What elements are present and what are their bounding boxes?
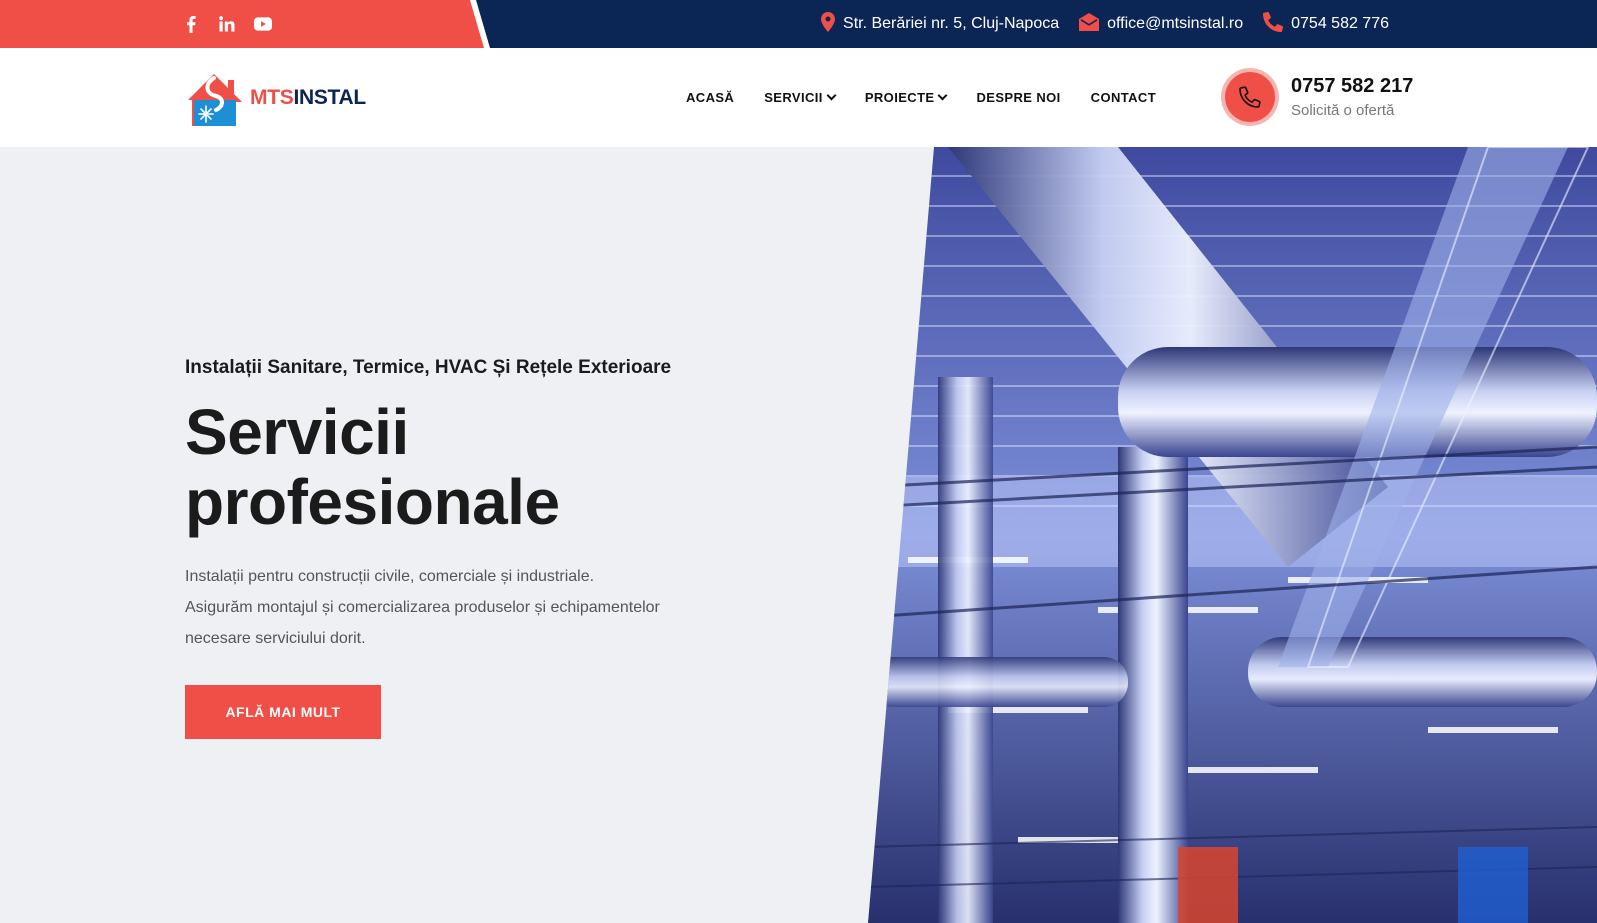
nav-label: PROIECTE	[864, 90, 935, 105]
email-text[interactable]: office@mtsinstal.ro	[1107, 15, 1243, 33]
cta-subtitle: Solicită o ofertă	[1291, 102, 1395, 119]
nav-item-proiecte[interactable]: PROIECTE	[864, 90, 948, 105]
phone-circle	[1221, 68, 1279, 126]
phone-icon	[1263, 11, 1284, 37]
hero-image-hvac-ducts	[868, 147, 1597, 923]
nav-label: ACASĂ	[686, 90, 735, 105]
hero-desc-line3: necesare serviciului dorit.	[185, 630, 366, 647]
top-bar: Str. Berăriei nr. 5, Cluj-Napoca office@…	[0, 0, 1597, 48]
hero-title: Servicii profesionale	[185, 397, 705, 537]
hero-subtitle: Instalații Sanitare, Termice, HVAC Și Re…	[185, 357, 672, 378]
top-contact-info: Str. Berăriei nr. 5, Cluj-Napoca office@…	[821, 0, 1389, 48]
envelope-icon	[1079, 12, 1100, 36]
hero-content: Instalații Sanitare, Termice, HVAC Și Re…	[185, 357, 705, 739]
logo-house-icon	[188, 74, 242, 126]
linkedin-icon[interactable]	[218, 15, 236, 33]
social-links	[182, 15, 272, 33]
nav-item-despre-noi[interactable]: DESPRE NOI	[976, 90, 1060, 105]
nav-item-acasa[interactable]: ACASĂ	[686, 90, 734, 105]
hero-title-line1: Servicii	[185, 396, 409, 468]
main-nav: ACASĂ SERVICII PROIECTE DESPRE NOI CONTA…	[686, 48, 1156, 147]
nav-label: DESPRE NOI	[976, 90, 1061, 105]
logo-text-secondary: INSTAL	[293, 86, 366, 109]
hero-section: Instalații Sanitare, Termice, HVAC Și Re…	[0, 147, 1597, 923]
youtube-icon[interactable]	[254, 15, 272, 33]
main-header: MTSINSTAL ACASĂ SERVICII PROIECTE DESPRE…	[0, 48, 1597, 147]
hero-desc-line2: Asigurăm montajul și comercializarea pro…	[185, 599, 660, 616]
chevron-down-icon	[938, 90, 948, 101]
hero-desc-line1: Instalații pentru construcții civile, co…	[185, 568, 595, 585]
map-pin-icon	[821, 11, 836, 37]
logo-wordmark: MTSINSTAL	[250, 86, 366, 110]
cta-text: 0757 582 217 Solicită o ofertă	[1291, 75, 1413, 119]
site-logo[interactable]: MTSINSTAL	[184, 68, 366, 128]
hvac-ducts-illustration	[868, 147, 1597, 923]
hero-title-line2: profesionale	[185, 466, 560, 538]
nav-label: SERVICII	[764, 90, 823, 105]
email-item[interactable]: office@mtsinstal.ro	[1079, 12, 1243, 36]
hero-description: Instalații pentru construcții civile, co…	[185, 561, 705, 654]
cta-phone-number[interactable]: 0757 582 217	[1291, 75, 1413, 98]
phone-circle-inner	[1225, 72, 1275, 122]
phone-text[interactable]: 0754 582 776	[1291, 15, 1389, 33]
address-text: Str. Berăriei nr. 5, Cluj-Napoca	[843, 15, 1060, 32]
logo-text-primary: MTS	[250, 86, 294, 109]
cta-phone-block[interactable]: 0757 582 217 Solicită o ofertă	[1221, 68, 1413, 126]
nav-item-servicii[interactable]: SERVICII	[764, 90, 837, 105]
phone-outline-icon	[1239, 86, 1261, 108]
nav-item-contact[interactable]: CONTACT	[1091, 90, 1156, 105]
facebook-icon[interactable]	[182, 15, 200, 33]
phone-item[interactable]: 0754 582 776	[1263, 11, 1389, 37]
address-item: Str. Berăriei nr. 5, Cluj-Napoca	[821, 11, 1060, 37]
chevron-down-icon	[826, 90, 837, 101]
learn-more-button[interactable]: AFLĂ MAI MULT	[185, 685, 381, 739]
nav-label: CONTACT	[1090, 90, 1157, 105]
